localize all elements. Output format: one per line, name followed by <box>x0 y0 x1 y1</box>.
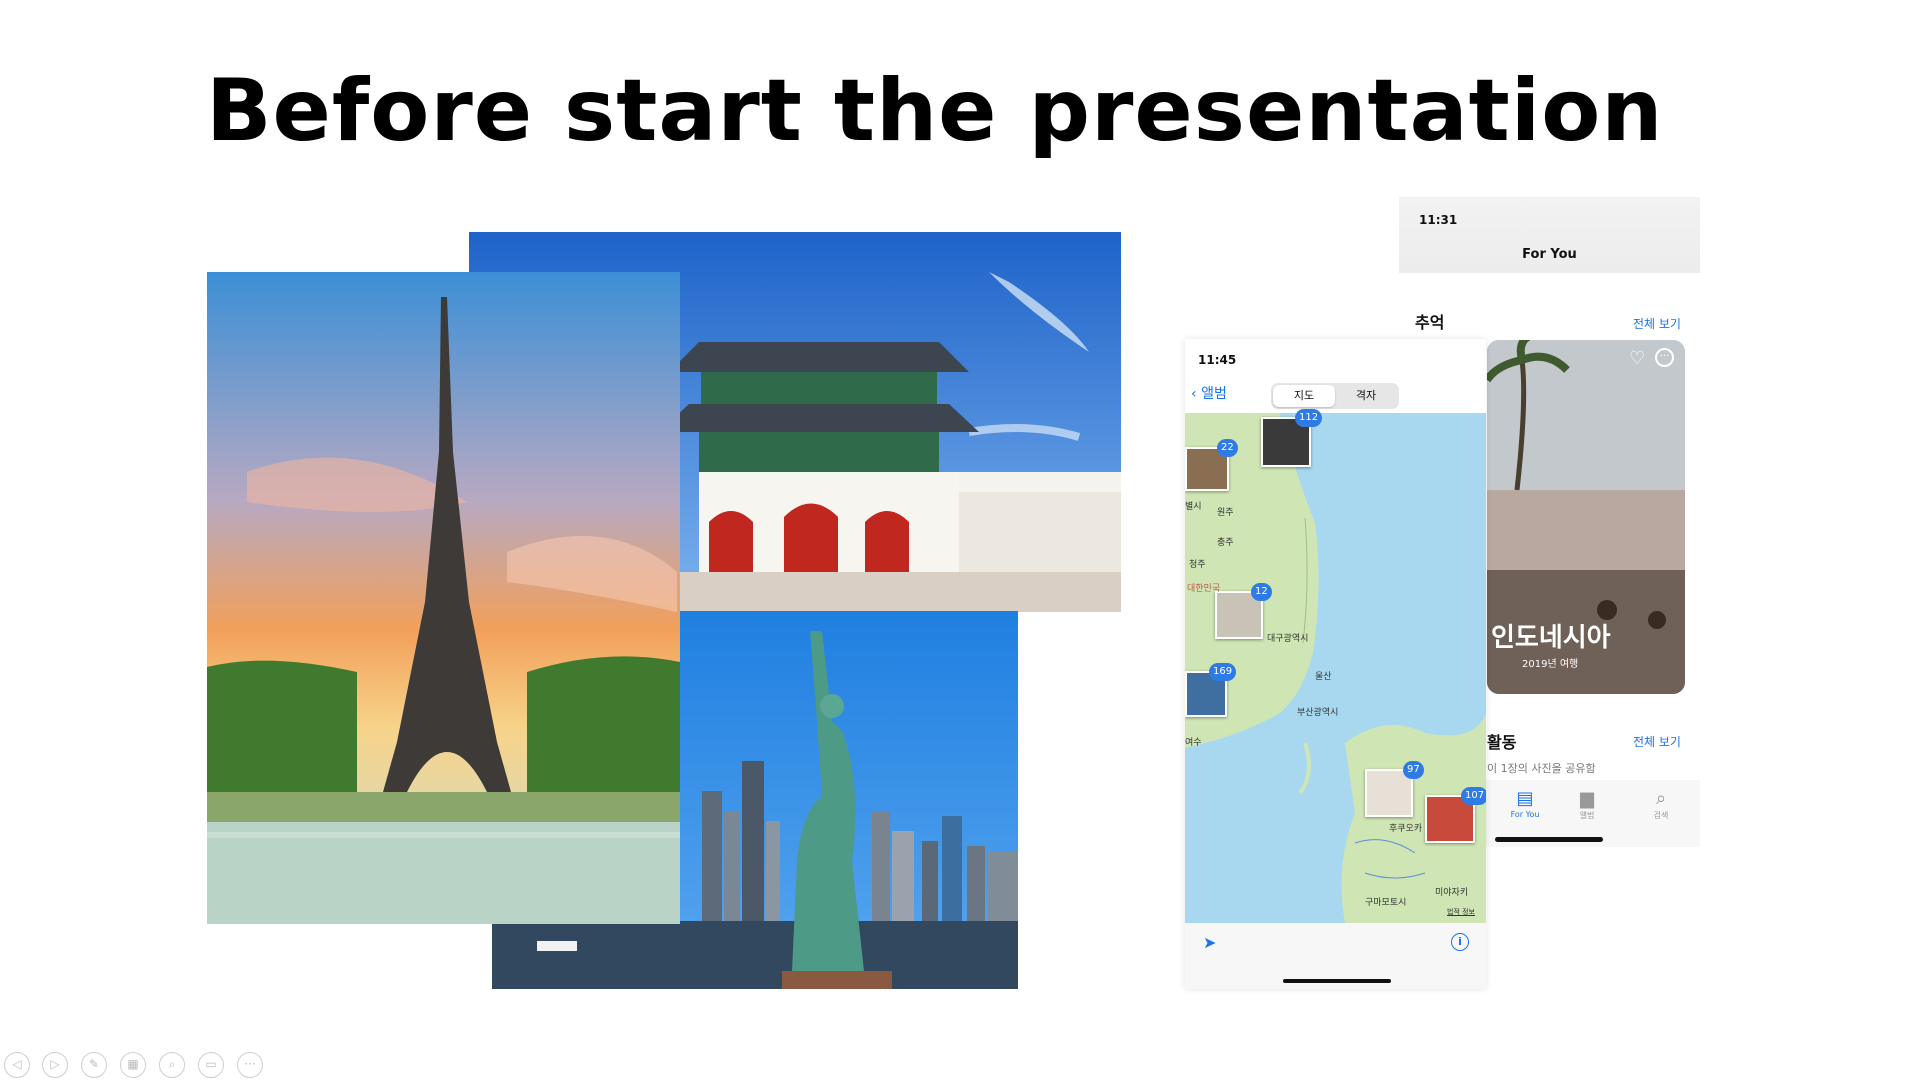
tab-search[interactable]: ⌕ 검색 <box>1631 788 1691 821</box>
activity-heading: 활동 <box>1487 733 1517 752</box>
more-icon[interactable]: ··· <box>237 1052 263 1078</box>
more-icon[interactable]: ··· <box>1655 348 1674 367</box>
map-label: 후쿠오카 <box>1389 824 1423 834</box>
tab-for-you[interactable]: ▤ For You <box>1495 788 1555 819</box>
for-you-title: For You <box>1522 247 1577 262</box>
slides-icon[interactable]: ▦ <box>120 1052 146 1078</box>
memories-heading: 추억 <box>1415 313 1445 332</box>
subtitles-icon[interactable]: ▭ <box>198 1052 224 1078</box>
home-indicator <box>1495 837 1603 842</box>
map-label: 청주 <box>1189 560 1206 570</box>
zoom-icon[interactable]: ⌕ <box>159 1052 185 1078</box>
map-label: 미야자키 <box>1435 888 1469 898</box>
location-arrow-icon[interactable]: ➤ <box>1203 933 1216 952</box>
cluster-count-badge: 169 <box>1209 663 1237 681</box>
map-label: 부산광역시 <box>1297 708 1339 718</box>
segment-map[interactable]: 지도 <box>1273 385 1335 407</box>
map-label: 울산 <box>1315 672 1332 682</box>
map-label: 대한민국 <box>1187 584 1221 594</box>
memory-subtitle: 2019년 여행 <box>1522 659 1579 670</box>
segment-grid[interactable]: 격자 <box>1335 385 1397 407</box>
back-label: 앨범 <box>1201 386 1227 402</box>
tab-label: 검색 <box>1653 811 1669 820</box>
eiffel-tower-photo <box>207 272 680 924</box>
map-legal-link[interactable]: 법적 정보 <box>1447 907 1475 917</box>
memories-see-all-link[interactable]: 전체 보기 <box>1633 315 1681 332</box>
cluster-count-badge: 97 <box>1403 761 1424 779</box>
tab-label: 앨범 <box>1579 811 1595 820</box>
album-icon: ▆ <box>1580 788 1594 809</box>
map-label: 충주 <box>1217 538 1234 548</box>
photos-map-screenshot: 11:45 ‹ 앨범 지도 격자 22 112 12 169 97 107 별시… <box>1185 339 1486 989</box>
map-label: 대구광역시 <box>1267 634 1309 644</box>
memory-title: 인도네시아 <box>1491 623 1611 653</box>
heart-icon[interactable]: ♡ <box>1629 348 1645 369</box>
tab-albums[interactable]: ▆ 앨범 <box>1557 788 1617 821</box>
map-label: 원주 <box>1217 508 1234 518</box>
view-segmented-control: 지도 격자 <box>1271 383 1399 409</box>
prev-icon[interactable]: ◁ <box>4 1052 30 1078</box>
cluster-count-badge: 12 <box>1251 583 1272 601</box>
status-time: 11:45 <box>1198 353 1237 367</box>
cluster-count-badge: 107 <box>1461 787 1486 805</box>
home-indicator <box>1283 979 1391 983</box>
slide-title: Before start the presentation <box>206 61 1664 161</box>
map-label: 구마모토시 <box>1365 898 1407 908</box>
map-label: 별시 <box>1185 502 1202 512</box>
cluster-count-badge: 112 <box>1295 409 1323 427</box>
activity-see-all-link[interactable]: 전체 보기 <box>1633 733 1681 750</box>
map-label: 여수 <box>1185 738 1202 748</box>
next-icon[interactable]: ▷ <box>42 1052 68 1078</box>
activity-description: 이 1장의 사진을 공유함 <box>1487 762 1596 775</box>
memory-card[interactable]: ♡ ··· 인도네시아 2019년 여행 <box>1487 340 1685 694</box>
chevron-left-icon: ‹ <box>1191 386 1202 402</box>
status-time: 11:31 <box>1419 213 1458 227</box>
pen-icon[interactable]: ✎ <box>81 1052 107 1078</box>
map-view[interactable]: 22 112 12 169 97 107 별시 원주 충주 청주 대한민국 대구… <box>1185 409 1486 923</box>
for-you-icon: ▤ <box>1516 788 1534 809</box>
cluster-count-badge: 22 <box>1217 439 1238 457</box>
back-button[interactable]: ‹ 앨범 <box>1191 383 1227 403</box>
info-icon[interactable]: i <box>1451 933 1469 951</box>
tab-label: For You <box>1510 810 1540 819</box>
search-icon: ⌕ <box>1655 788 1667 809</box>
